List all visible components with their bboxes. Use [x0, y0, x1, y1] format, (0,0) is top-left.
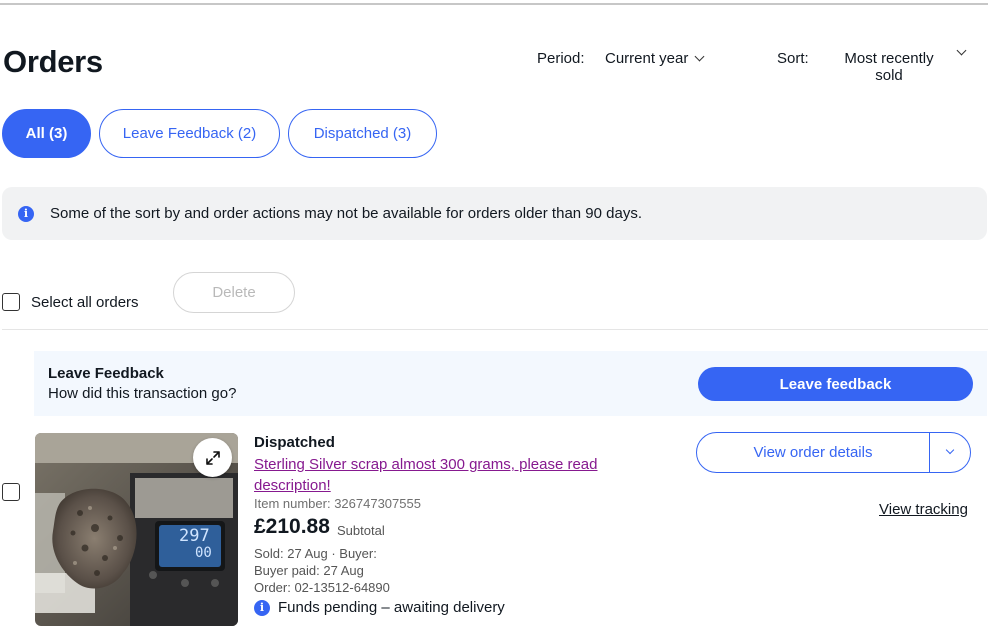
feedback-prompt: Leave Feedback How did this transaction … — [34, 351, 987, 416]
info-banner-text: Some of the sort by and order actions ma… — [50, 205, 643, 222]
item-title-link[interactable]: Sterling Silver scrap almost 300 grams, … — [254, 454, 614, 496]
order-number: Order: 02-13512-64890 — [254, 580, 390, 595]
info-icon: i — [18, 205, 34, 222]
view-order-details-button[interactable]: View order details — [697, 433, 930, 472]
info-banner: i Some of the sort by and order actions … — [2, 187, 987, 240]
expand-image-button[interactable] — [193, 438, 232, 477]
funds-status: i Funds pending – awaiting delivery — [254, 599, 505, 616]
feedback-prompt-subtitle: How did this transaction go? — [48, 385, 237, 402]
period-dropdown[interactable]: Current year — [605, 50, 705, 67]
feedback-prompt-title: Leave Feedback — [48, 365, 164, 382]
order-status: Dispatched — [254, 434, 335, 451]
buyer-paid-info: Buyer paid: 27 Aug — [254, 563, 364, 578]
tab-leave-feedback[interactable]: Leave Feedback (2) — [99, 109, 280, 158]
scale-reading-top: 297 — [179, 526, 210, 546]
item-number: Item number: 326747307555 — [254, 496, 421, 511]
select-all-checkbox[interactable] — [2, 293, 20, 311]
price-note: Subtotal — [337, 523, 385, 538]
expand-icon — [205, 450, 220, 465]
scale-reading-bottom: 00 — [195, 545, 212, 561]
top-divider — [0, 3, 988, 5]
funds-status-text: Funds pending – awaiting delivery — [278, 599, 505, 616]
sort-label: Sort: — [777, 50, 809, 67]
sold-info: Sold: 27 Aug · Buyer: — [254, 546, 377, 561]
view-tracking-link[interactable]: View tracking — [879, 501, 968, 518]
order-filter-tabs: All (3) Leave Feedback (2) Dispatched (3… — [2, 109, 437, 158]
page-title: Orders — [3, 44, 103, 79]
tab-dispatched[interactable]: Dispatched (3) — [288, 109, 437, 158]
period-label: Period: — [537, 50, 585, 67]
order-actions-menu-button[interactable] — [930, 433, 970, 472]
delete-button: Delete — [173, 272, 295, 313]
chevron-down-icon — [945, 445, 955, 455]
order-select-checkbox[interactable] — [2, 483, 20, 501]
sort-dropdown[interactable]: Most recently sold — [838, 50, 940, 84]
chevron-down-icon[interactable] — [956, 45, 967, 56]
tab-all[interactable]: All (3) — [2, 109, 91, 158]
bulk-actions-row: Select all orders Delete — [2, 272, 988, 330]
period-value: Current year — [605, 50, 689, 67]
select-all-label[interactable]: Select all orders — [31, 294, 139, 311]
item-price: £210.88 — [254, 515, 330, 538]
chevron-down-icon — [694, 51, 705, 61]
leave-feedback-button[interactable]: Leave feedback — [698, 367, 973, 401]
info-icon: i — [254, 599, 270, 616]
view-order-split-button: View order details — [696, 432, 971, 473]
